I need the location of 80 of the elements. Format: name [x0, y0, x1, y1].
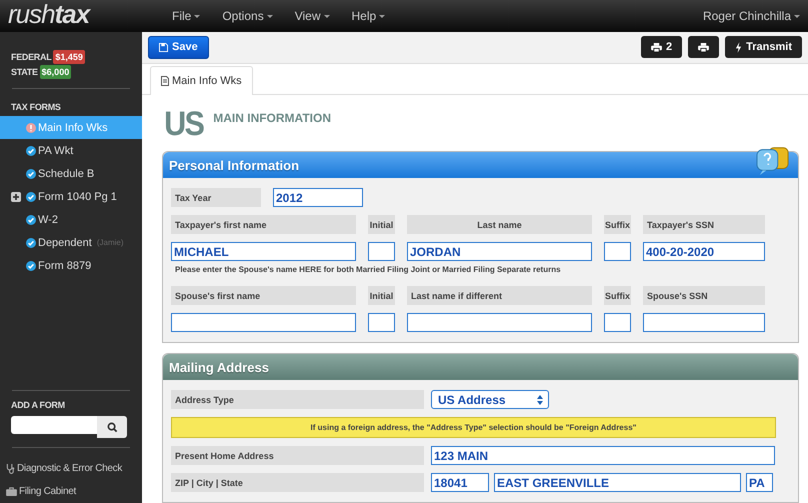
field-label: Last name if different — [407, 286, 592, 305]
menu-item[interactable]: File — [172, 9, 200, 23]
form-note: (Jamie) — [96, 238, 124, 247]
briefcase-icon — [6, 487, 17, 496]
printer-icon — [651, 42, 662, 52]
input-field[interactable] — [407, 313, 592, 332]
input-field[interactable] — [368, 242, 395, 261]
amount-badge: $1,459 — [53, 50, 85, 64]
menu-item[interactable]: Options — [222, 9, 273, 23]
search-icon — [106, 422, 118, 432]
field-label: Initial — [368, 286, 395, 305]
field-label: Tax Year — [171, 188, 261, 207]
input-field[interactable]: 18041 — [431, 473, 489, 492]
check-icon — [26, 146, 36, 156]
balance-label: STATE — [11, 67, 38, 77]
instruction-text: Please enter the Spouse's name HERE for both Married Filing Joint or Married Filing Separate returns — [175, 265, 562, 274]
input-field[interactable] — [604, 242, 631, 261]
check-icon — [26, 260, 36, 270]
input-field[interactable]: PA — [746, 473, 773, 492]
print-button[interactable] — [688, 36, 720, 58]
alert-icon — [26, 122, 36, 132]
form-item[interactable]: Dependent (Jamie) — [0, 231, 142, 254]
save-button[interactable]: Save — [148, 36, 209, 59]
sidebar-link[interactable]: Filing Cabinet — [0, 480, 142, 503]
print-queue-button[interactable]: 2 — [641, 36, 682, 58]
input-field[interactable]: MICHAEL — [171, 242, 356, 261]
updown-arrows-icon — [537, 394, 543, 404]
app-logo: rushtax — [8, 0, 92, 30]
input-field[interactable] — [368, 313, 395, 332]
field-label: Spouse's first name — [171, 286, 356, 305]
input-field[interactable] — [604, 313, 631, 332]
menu-item[interactable]: Help — [352, 9, 386, 23]
document-icon — [161, 76, 169, 86]
input-field[interactable]: EAST GREENVILLE — [494, 473, 741, 492]
field-label: Suffix — [604, 215, 631, 234]
panel-header: Mailing Address — [163, 354, 798, 380]
form-search-field[interactable] — [11, 416, 97, 434]
form-item[interactable]: PA Wkt — [0, 139, 142, 162]
form-item[interactable]: W-2 — [0, 208, 142, 231]
stethoscope-icon — [6, 463, 15, 474]
check-icon — [26, 192, 36, 202]
balance-label: FEDERAL — [11, 52, 52, 62]
input-field[interactable]: 400-20-2020 — [643, 242, 765, 261]
country-code: US — [164, 107, 204, 141]
expand-icon[interactable] — [11, 192, 21, 202]
sidebar-link[interactable]: Diagnostic & Error Check — [0, 457, 142, 480]
amount-badge: $6,000 — [40, 65, 72, 79]
field-label: Initial — [368, 215, 395, 234]
field-label: Present Home Address — [171, 446, 424, 465]
tax-year-field[interactable]: 2012 — [273, 188, 363, 207]
field-label: Suffix — [604, 286, 631, 305]
page-title: MAIN INFORMATION — [213, 111, 331, 125]
lightning-icon — [735, 42, 742, 53]
address-field[interactable]: 123 MAIN — [431, 446, 775, 465]
form-item[interactable]: Form 8879 — [0, 254, 142, 277]
input-field[interactable] — [643, 313, 765, 332]
check-icon — [26, 238, 36, 248]
field-label: Spouse's SSN — [643, 286, 765, 305]
search-button[interactable] — [97, 416, 127, 438]
field-label: ZIP | City | State — [171, 473, 424, 492]
notice-banner: If using a foreign address, the "Address Type" selection should be "Foreign Address" — [171, 417, 776, 438]
input-field[interactable] — [171, 313, 356, 332]
tab[interactable]: Main Info Wks — [150, 66, 253, 95]
user-menu[interactable]: Roger Chinchilla — [702, 9, 800, 23]
section-title: ADD A FORM — [10, 400, 66, 412]
field-label: Last name — [407, 215, 592, 234]
panel-header: Personal Information — [163, 152, 798, 178]
printer-icon — [698, 42, 710, 52]
field-label: Taxpayer's SSN — [643, 215, 765, 234]
menu-item[interactable]: View — [294, 9, 330, 23]
form-item[interactable]: Schedule B — [0, 162, 142, 185]
transmit-button[interactable]: Transmit — [725, 36, 802, 58]
field-label: Taxpayer's first name — [171, 215, 356, 234]
section-title: TAX FORMS — [10, 101, 62, 114]
address-type-dropdown[interactable]: US Address — [431, 390, 549, 409]
input-field[interactable]: JORDAN — [407, 242, 592, 261]
check-icon — [26, 214, 36, 224]
form-item[interactable]: Form 1040 Pg 1 — [0, 185, 142, 208]
check-icon — [26, 168, 36, 178]
field-label: Address Type — [171, 390, 424, 409]
